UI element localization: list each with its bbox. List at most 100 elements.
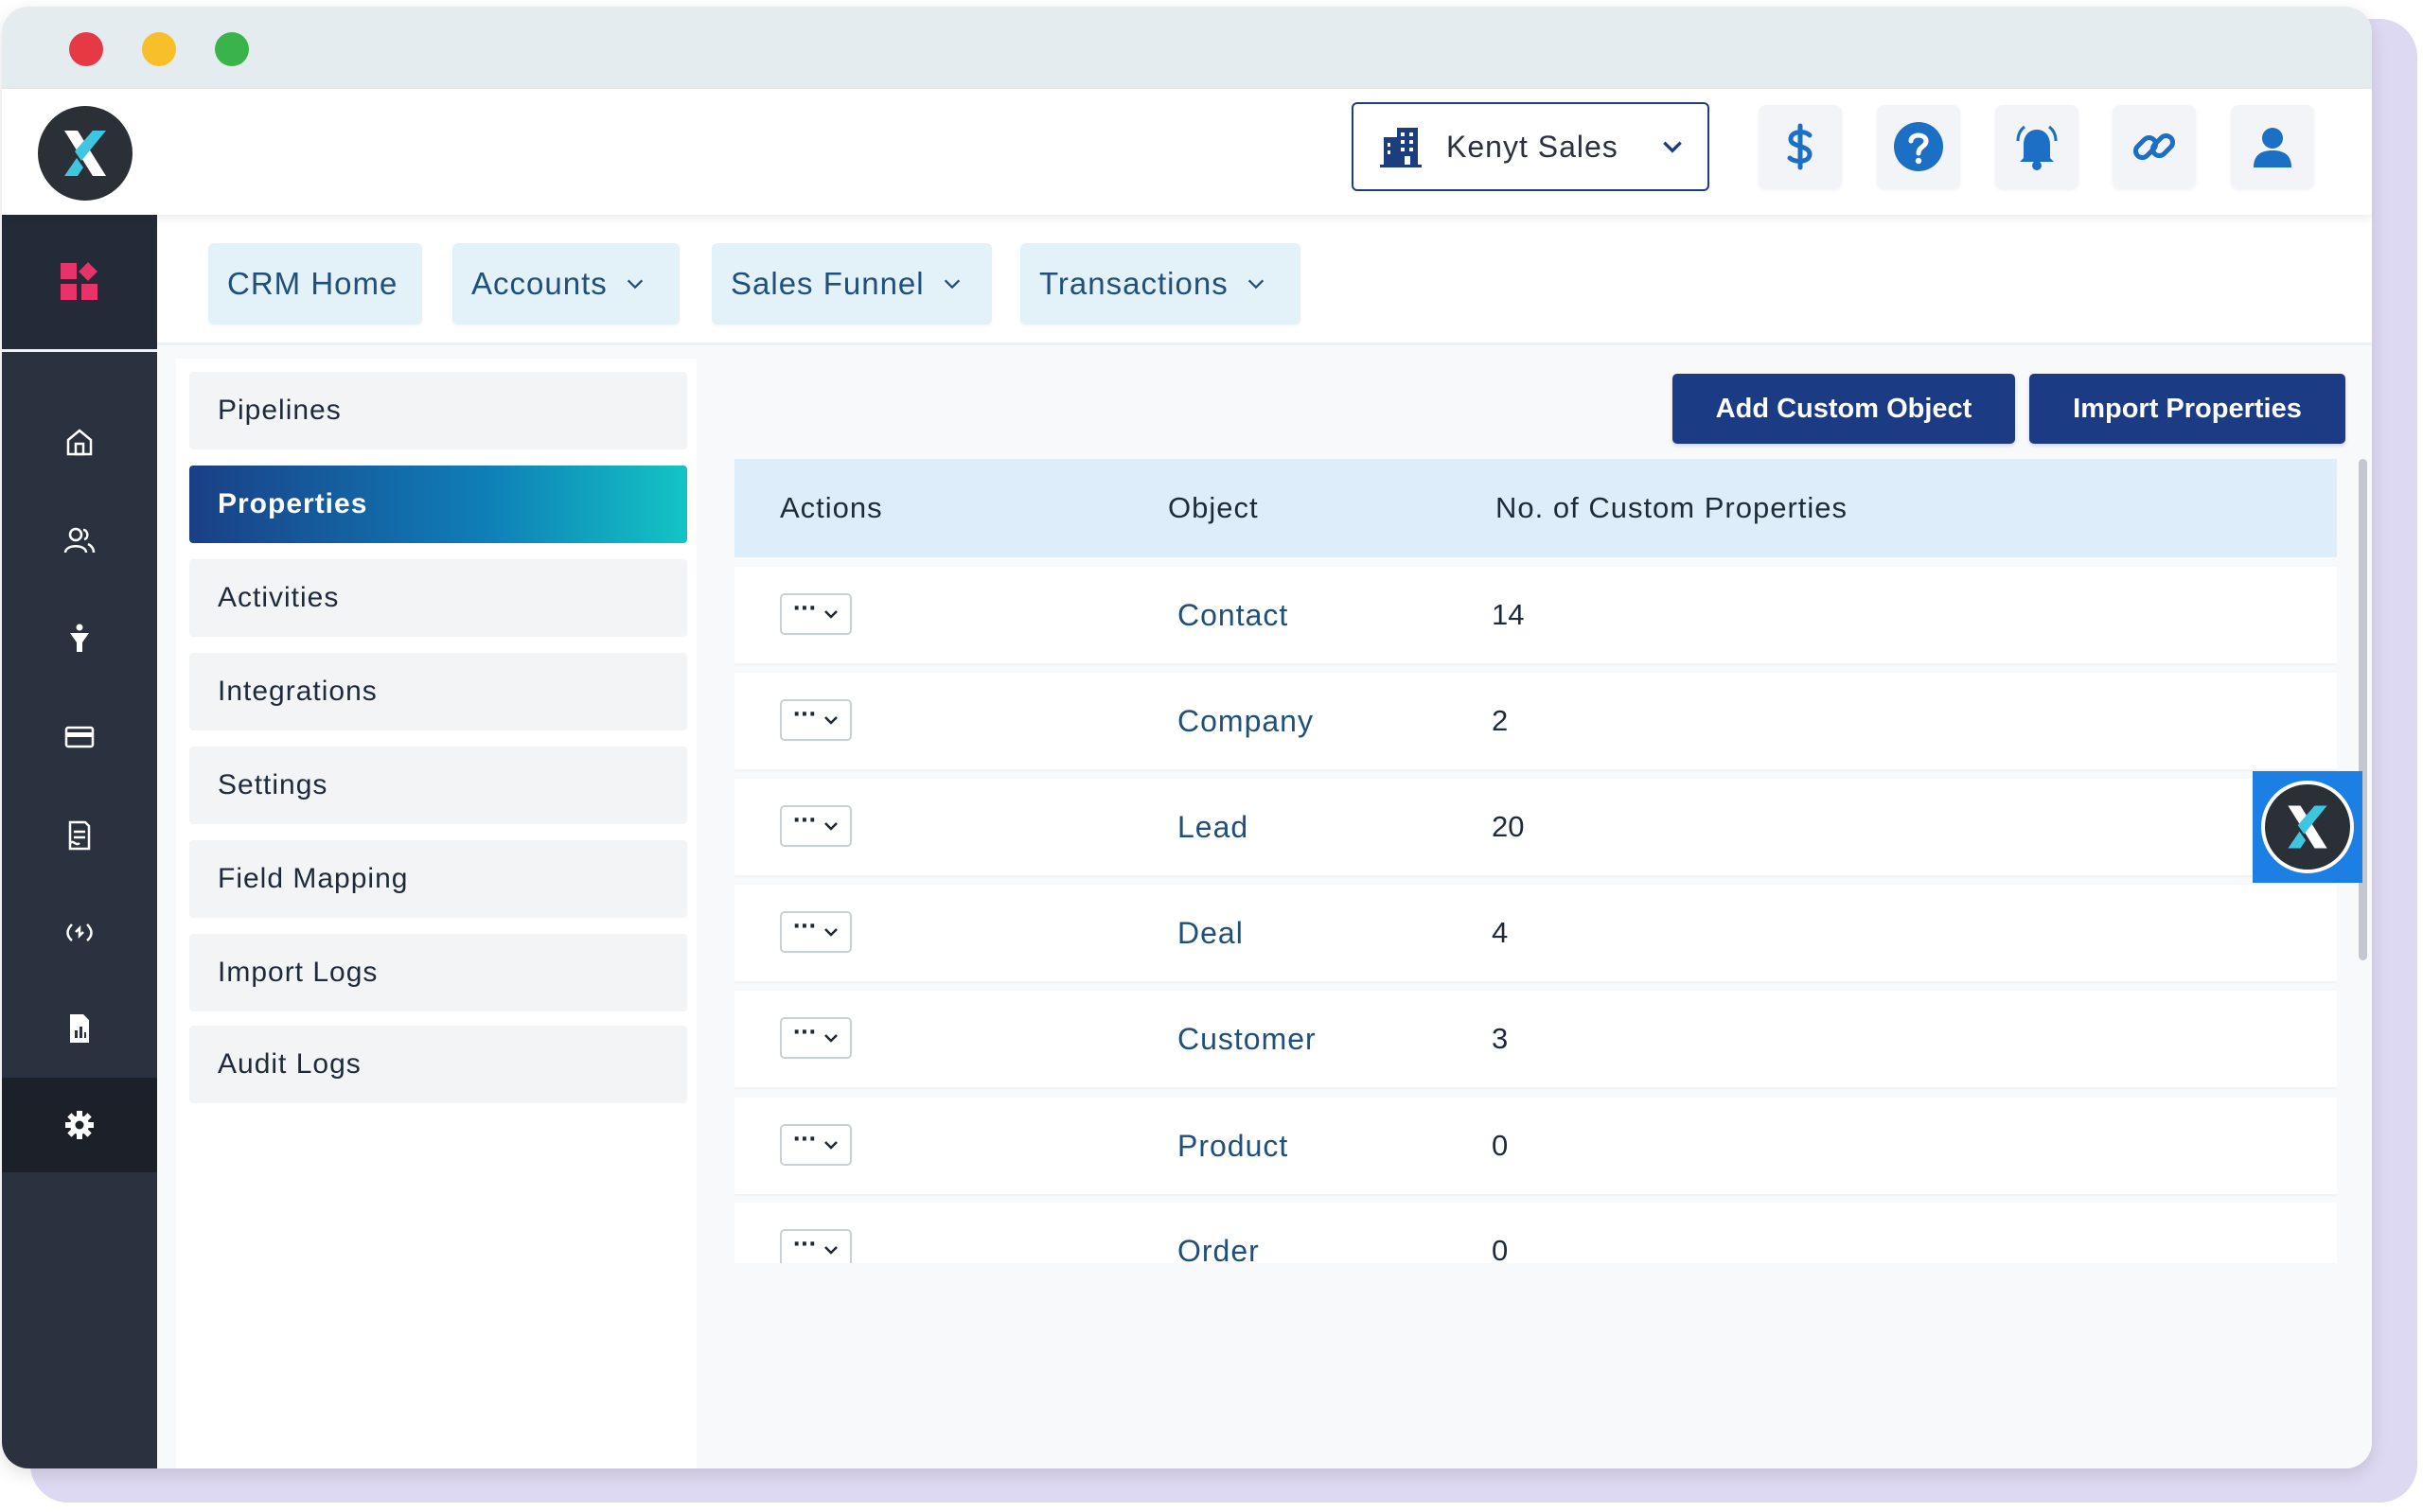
table-row: ··· Lead 20 [734,779,2337,875]
row-actions-button[interactable]: ··· [780,699,852,741]
menu-item-settings[interactable]: Settings [189,747,687,824]
help-button[interactable] [1877,105,1960,188]
object-link[interactable]: Customer [1177,991,1317,1087]
sidebar-item-settings[interactable] [2,1078,157,1172]
chevron-down-icon [1663,141,1682,153]
sidebar-item-sync[interactable] [2,885,157,979]
object-link[interactable]: Lead [1177,779,1248,875]
sidebar-item-funnel[interactable] [2,591,157,686]
object-link[interactable]: Deal [1177,885,1244,981]
app-logo[interactable] [38,106,133,201]
main-area: CRM Home Accounts Sales Funnel Transacti… [157,215,2372,1468]
chevron-down-icon [627,279,643,290]
row-actions-button[interactable]: ··· [780,1017,852,1059]
sidebar [2,215,157,1468]
column-header-count: No. of Custom Properties [1495,491,1848,524]
help-icon [1894,122,1943,171]
account-selector[interactable]: Kenyt Sales [1352,102,1709,191]
sidebar-item-reports[interactable] [2,981,157,1076]
document-icon [68,820,91,851]
custom-properties-count: 2 [1492,704,1509,737]
more-icon: ··· [792,597,817,621]
row-actions-button[interactable]: ··· [780,593,852,635]
contacts-icon [63,527,96,554]
table-row: ··· Product 0 [734,1098,2337,1194]
tab-crm-home[interactable]: CRM Home [208,243,422,325]
chevron-down-icon [823,1034,838,1043]
links-button[interactable] [2113,105,2196,188]
row-actions-button[interactable]: ··· [780,911,852,953]
tab-sales-funnel[interactable]: Sales Funnel [712,243,992,325]
chat-widget-button[interactable] [2253,771,2362,883]
link-icon [2132,132,2176,161]
more-icon: ··· [792,1233,817,1257]
object-link[interactable]: Contact [1177,567,1288,663]
tab-label: Transactions [1039,266,1229,301]
apps-menu-button[interactable] [2,215,157,352]
column-header-object: Object [1168,491,1259,524]
tab-label: Accounts [471,266,608,301]
custom-properties-count: 20 [1492,810,1525,843]
more-icon: ··· [792,1021,817,1045]
menu-item-label: Audit Logs [218,1048,362,1080]
table-row: ··· Deal 4 [734,885,2337,981]
report-icon [70,1014,89,1043]
chevron-down-icon [823,1246,838,1255]
menu-item-integrations[interactable]: Integrations [189,653,687,730]
building-icon [1380,128,1422,167]
menu-item-label: Field Mapping [218,863,409,894]
tab-label: CRM Home [227,266,398,301]
table-scrollbar[interactable] [2359,459,2367,960]
menu-item-label: Integrations [218,676,378,707]
menu-item-field-mapping[interactable]: Field Mapping [189,840,687,918]
close-window-button[interactable] [69,32,103,66]
menu-item-properties[interactable]: Properties [189,466,687,543]
chevron-down-icon [823,1141,838,1150]
menu-item-label: Properties [218,488,368,519]
menu-item-audit-logs[interactable]: Audit Logs [189,1026,687,1103]
minimize-window-button[interactable] [142,32,176,66]
bell-icon [2016,125,2058,170]
custom-properties-count: 4 [1492,916,1509,949]
more-icon: ··· [792,915,817,939]
profile-button[interactable] [2231,105,2314,188]
object-link[interactable]: Product [1177,1098,1288,1194]
billing-button[interactable] [1759,105,1842,188]
tab-transactions[interactable]: Transactions [1020,243,1300,325]
app-header: Kenyt Sales [2,89,2372,215]
sidebar-item-contacts[interactable] [2,493,157,588]
chat-widget-avatar [2261,781,2354,873]
properties-content: Add Custom Object Import Properties Acti… [697,345,2372,1468]
tab-label: Sales Funnel [731,266,925,301]
table-row: ··· Order 0 [734,1203,2337,1263]
sidebar-item-documents[interactable] [2,788,157,883]
menu-item-import-logs[interactable]: Import Logs [189,934,687,1011]
table-header: Actions Object No. of Custom Properties [734,459,2337,557]
row-actions-button[interactable]: ··· [780,1229,852,1263]
tab-accounts[interactable]: Accounts [452,243,680,325]
menu-item-pipelines[interactable]: Pipelines [189,372,687,449]
import-properties-button[interactable]: Import Properties [2029,374,2345,444]
row-actions-button[interactable]: ··· [780,805,852,847]
table-row: ··· Customer 3 [734,991,2337,1087]
more-icon: ··· [792,1128,817,1152]
row-actions-button[interactable]: ··· [780,1124,852,1166]
menu-item-label: Pipelines [218,395,342,426]
zoom-window-button[interactable] [215,32,249,66]
sidebar-item-payments[interactable] [2,690,157,784]
object-link[interactable]: Order [1177,1203,1260,1264]
menu-item-activities[interactable]: Activities [189,559,687,637]
custom-properties-count: 0 [1492,1234,1509,1263]
logo-x-icon [2288,805,2327,849]
funnel-icon [70,624,89,652]
object-link[interactable]: Company [1177,673,1314,769]
settings-menu: Pipelines Properties Activities Integrat… [176,359,697,1468]
more-icon: ··· [792,809,817,833]
notifications-button[interactable] [1995,105,2078,188]
custom-properties-count: 0 [1492,1129,1509,1162]
chevron-down-icon [823,928,838,937]
chevron-down-icon [1247,279,1264,290]
add-custom-object-button[interactable]: Add Custom Object [1672,374,2015,444]
sidebar-item-home[interactable] [2,395,157,489]
app-window: Kenyt Sales CRM Home Accounts Sales Funn… [2,7,2372,1468]
